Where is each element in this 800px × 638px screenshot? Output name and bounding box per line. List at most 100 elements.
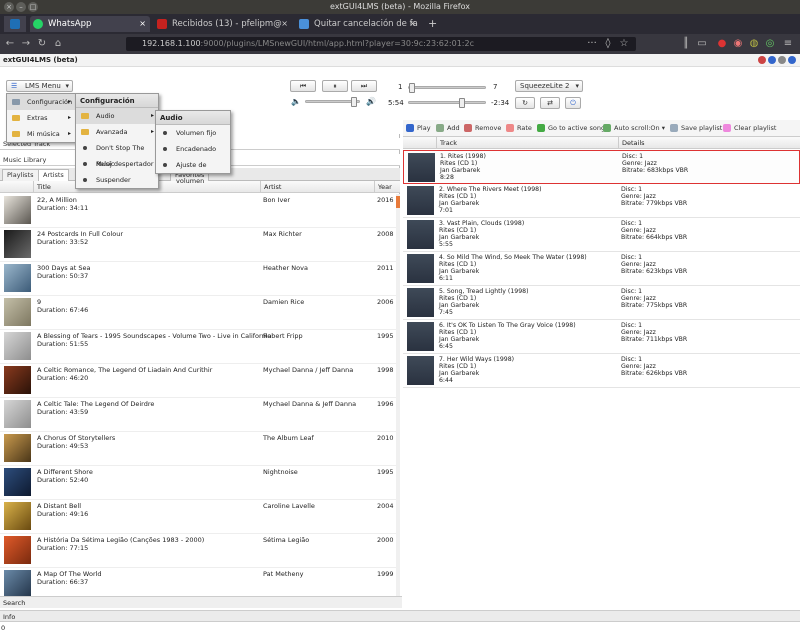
- menu-icon[interactable]: ≡: [782, 37, 794, 51]
- menu-item-reloj-despertador[interactable]: Reloj despertador: [76, 156, 158, 172]
- whatsapp-icon: [33, 19, 43, 29]
- mixer-slider[interactable]: [408, 83, 486, 93]
- volume-slider[interactable]: [305, 97, 360, 107]
- remove-label: Remove: [475, 124, 502, 132]
- help-icon[interactable]: [788, 56, 796, 64]
- tab-gmail[interactable]: Recibidos (13) - pfelipm@ ×: [154, 16, 292, 32]
- tab-whatsapp[interactable]: WhatsApp ×: [30, 16, 150, 32]
- menu-item-audio[interactable]: Audio ▸: [76, 108, 158, 124]
- page-actions-icon[interactable]: ···: [586, 37, 598, 51]
- tab-artists[interactable]: Artists: [38, 169, 69, 181]
- next-button[interactable]: ⏭: [351, 80, 377, 92]
- table-row[interactable]: 300 Days at Sea Duration: 50:37 Heather No…: [0, 262, 396, 296]
- extension-icon[interactable]: ◉: [732, 37, 744, 51]
- close-window-icon[interactable]: ×: [4, 2, 14, 12]
- table-row[interactable]: 24 Postcards In Full Colour Duration: 33:…: [0, 228, 396, 262]
- table-row[interactable]: 6. It's OK To Listen To The Gray Voice (…: [403, 320, 800, 354]
- menu-item-suspender[interactable]: Suspender: [76, 172, 158, 188]
- table-row[interactable]: A Chorus Of Storytellers Duration: 49:53 T…: [0, 432, 396, 466]
- clear-playlist-button[interactable]: Clear playlist: [723, 124, 776, 132]
- close-tab-icon[interactable]: ×: [139, 16, 146, 32]
- lms-menu-button[interactable]: ☰ LMS Menu ▾: [6, 80, 73, 92]
- table-row[interactable]: A Blessing of Tears - 1995 Soundscapes -…: [0, 330, 396, 364]
- save-playlist-button[interactable]: Save playlist: [670, 124, 722, 132]
- table-row[interactable]: A Celtic Tale: The Legend Of Deirdre Dura…: [0, 398, 396, 432]
- sidebar-icon[interactable]: ▭: [696, 37, 708, 51]
- go-to-active-song-button[interactable]: Go to active song: [537, 124, 605, 132]
- bookmark-star-icon[interactable]: ☆: [618, 37, 630, 51]
- home-icon[interactable]: ⌂: [52, 37, 64, 51]
- table-row[interactable]: 4. So Mild The Wind, So Meek The Water (…: [403, 252, 800, 286]
- menu-item-encadenado[interactable]: Encadenado: [156, 141, 230, 157]
- column-artist[interactable]: Artist: [260, 181, 374, 193]
- power-button[interactable]: ⏻: [565, 97, 581, 109]
- track-title: 4. So Mild The Wind, So Meek The Water (…: [439, 254, 587, 261]
- new-tab-button[interactable]: +: [424, 16, 440, 32]
- table-row[interactable]: A Distant Bell Duration: 49:16 Caroline La…: [0, 500, 396, 534]
- menu-item-mi-musica[interactable]: Mi música ▸: [7, 126, 75, 142]
- close-tab-icon[interactable]: ×: [409, 16, 416, 32]
- url-bar[interactable]: 192.168.1.100:9000/plugins/LMSnewGUI/htm…: [126, 37, 636, 51]
- column-track[interactable]: Track: [436, 137, 618, 149]
- menu-item-configuracion[interactable]: Configuración ▸: [7, 94, 75, 110]
- progress-slider[interactable]: [408, 98, 486, 108]
- add-button[interactable]: Add: [436, 124, 460, 132]
- play-button[interactable]: Play: [406, 124, 431, 132]
- tab-playlists[interactable]: Playlists: [2, 169, 39, 181]
- repeat-button[interactable]: ↻: [515, 97, 535, 109]
- track-album: Rites (CD 1): [440, 160, 478, 167]
- album-year: 2004: [377, 502, 394, 510]
- table-row[interactable]: 5. Song, Tread Lightly (1998) Rites (CD 1…: [403, 286, 800, 320]
- back-icon[interactable]: ←: [4, 37, 16, 51]
- slider-thumb[interactable]: [459, 98, 465, 108]
- forward-icon[interactable]: →: [20, 37, 32, 51]
- menu-item-ajuste-de-volumen[interactable]: Ajuste de volumen: [156, 157, 230, 185]
- previous-button[interactable]: ⏮: [290, 80, 316, 92]
- maximize-window-icon[interactable]: □: [28, 2, 38, 12]
- album-scrollbar[interactable]: [396, 194, 400, 606]
- info-icon[interactable]: [768, 56, 776, 64]
- pinned-tab[interactable]: [4, 16, 26, 32]
- extension-icon[interactable]: ◎: [764, 37, 776, 51]
- extension-icon[interactable]: ◍: [748, 37, 760, 51]
- shuffle-button[interactable]: ⇄: [540, 97, 560, 109]
- column-details[interactable]: Details: [618, 137, 800, 149]
- wrench-icon[interactable]: [778, 56, 786, 64]
- scroll-thumb[interactable]: [396, 196, 400, 208]
- pause-button[interactable]: ⏸: [322, 80, 348, 92]
- search-bar[interactable]: Search: [0, 596, 402, 608]
- close-tab-icon[interactable]: ×: [281, 16, 288, 32]
- extension-icon[interactable]: ●: [716, 37, 728, 51]
- slider-thumb[interactable]: [409, 83, 415, 93]
- menu-item-avanzada[interactable]: Avanzada ▸: [76, 124, 158, 140]
- table-row[interactable]: 3. Vast Plain, Clouds (1998) Rites (CD 1)…: [403, 218, 800, 252]
- player-select[interactable]: SqueezeLite 2 ▾: [515, 80, 583, 92]
- menu-item-extras[interactable]: Extras ▸: [7, 110, 75, 126]
- table-row[interactable]: 9 Duration: 67:46 Damien Rice 2006: [0, 296, 396, 330]
- album-artist: Robert Fripp: [263, 332, 303, 340]
- table-row[interactable]: 2. Where The Rivers Meet (1998) Rites (CD…: [403, 184, 800, 218]
- table-row[interactable]: 1. Rites (1998) Rites (CD 1) Jan Garbarek 8…: [403, 150, 800, 184]
- reload-icon[interactable]: ↻: [36, 37, 48, 51]
- column-year[interactable]: Year: [374, 181, 396, 193]
- table-row[interactable]: A Celtic Romance, The Legend Of Liadain …: [0, 364, 396, 398]
- info-bar[interactable]: Info: [0, 610, 800, 622]
- menu-item-volumen-fijo[interactable]: Volumen fijo: [156, 125, 230, 141]
- volume-up-icon[interactable]: 🔊: [366, 97, 376, 106]
- tab-third[interactable]: Quitar cancelación de fa ×: [296, 16, 420, 32]
- minimize-window-icon[interactable]: –: [16, 2, 26, 12]
- remove-button[interactable]: Remove: [464, 124, 501, 132]
- menu-item-dont-stop-the-music[interactable]: Don't Stop The Music: [76, 140, 158, 168]
- chart-icon[interactable]: [758, 56, 766, 64]
- auto-scroll-button[interactable]: Auto scroll:On ▾: [603, 124, 665, 132]
- table-row[interactable]: 22, A Million Duration: 34:11 Bon Iver 2016: [0, 194, 396, 228]
- pocket-icon[interactable]: ◊: [602, 37, 614, 51]
- slider-thumb[interactable]: [351, 97, 357, 107]
- mute-icon[interactable]: 🔈: [291, 97, 301, 106]
- rate-button[interactable]: Rate: [506, 124, 532, 132]
- table-row[interactable]: A História Da Sétima Legião (Canções 198…: [0, 534, 396, 568]
- submenu-title: Audio: [156, 111, 230, 125]
- table-row[interactable]: A Different Shore Duration: 52:40 Nightnoi…: [0, 466, 396, 500]
- table-row[interactable]: 7. Her Wild Ways (1998) Rites (CD 1) Jan G…: [403, 354, 800, 388]
- library-icon[interactable]: ║: [680, 37, 692, 51]
